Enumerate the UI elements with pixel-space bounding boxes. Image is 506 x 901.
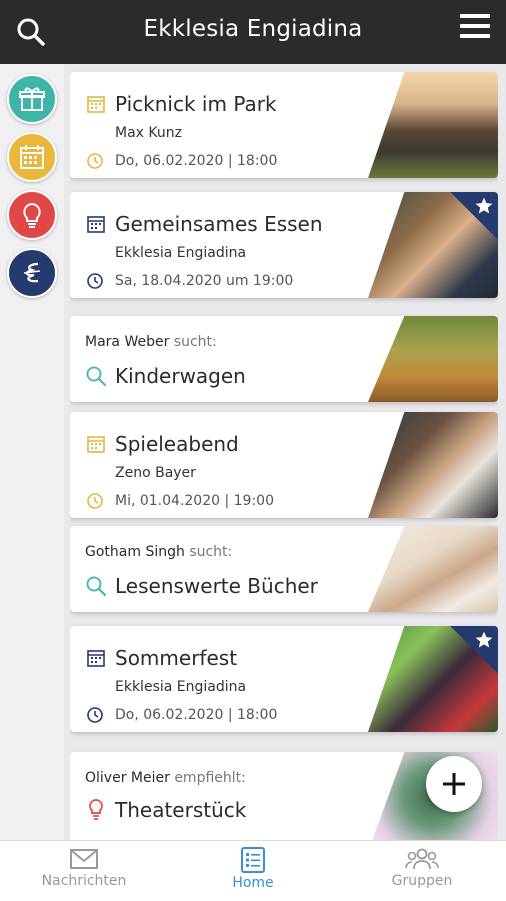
tab-nachrichten[interactable]: Nachrichten (0, 847, 168, 889)
event-card[interactable]: Gemeinsames Essen Ekklesia Engiadina Sa,… (70, 192, 498, 298)
hamburger-menu-icon[interactable] (460, 14, 490, 42)
search-author: Gotham Singh sucht: (85, 544, 233, 560)
recommend-title: Theaterstück (115, 798, 247, 822)
clock-icon (86, 706, 104, 728)
tab-gruppen[interactable]: Gruppen (338, 847, 506, 889)
event-title: Spieleabend (115, 432, 239, 456)
envelope-icon (70, 849, 98, 869)
star-icon (475, 631, 493, 648)
event-organizer: Max Kunz (115, 125, 182, 141)
search-card[interactable]: Mara Weber sucht: Kinderwagen (70, 316, 498, 402)
calendar-icon (86, 94, 106, 118)
clock-icon (86, 492, 104, 514)
featured-star-badge (450, 192, 498, 240)
event-organizer: Ekklesia Engiadina (115, 245, 247, 261)
tab-home[interactable]: Home (169, 847, 337, 891)
search-icon (85, 365, 107, 391)
lightbulb-icon (86, 798, 106, 824)
tab-label: Gruppen (391, 873, 453, 889)
search-author: Mara Weber sucht: (85, 334, 217, 350)
search-card[interactable]: Gotham Singh sucht: Lesenswerte Bücher (70, 526, 498, 612)
search-image (368, 316, 498, 402)
plus-icon (443, 773, 465, 795)
event-card[interactable]: Spieleabend Zeno Bayer Mi, 01.04.2020 | … (70, 412, 498, 518)
event-date: Do, 06.02.2020 | 18:00 (115, 707, 278, 723)
event-image (368, 72, 498, 178)
event-date: Mi, 01.04.2020 | 19:00 (115, 493, 274, 509)
calendar-icon (86, 434, 106, 458)
recommend-author: Oliver Meier empfiehlt: (85, 770, 246, 786)
search-image (368, 526, 498, 612)
event-date: Sa, 18.04.2020 um 19:00 (115, 273, 294, 289)
event-title: Picknick im Park (115, 92, 277, 116)
featured-star-badge (450, 626, 498, 674)
app-header: Ekklesia Engiadina (0, 0, 506, 64)
search-title: Lesenswerte Bücher (115, 574, 318, 598)
group-icon (405, 848, 439, 870)
lightbulb-icon[interactable] (7, 190, 57, 240)
app-title: Ekklesia Engiadina (143, 16, 363, 42)
calendar-icon (86, 214, 106, 238)
event-card[interactable]: Sommerfest Ekklesia Engiadina Do, 06.02.… (70, 626, 498, 732)
event-organizer: Ekklesia Engiadina (115, 679, 247, 695)
calendar-icon (86, 648, 106, 672)
list-icon (241, 847, 265, 873)
calendar-icon[interactable] (7, 132, 57, 182)
clock-icon (86, 272, 104, 294)
tab-label: Nachrichten (41, 873, 127, 889)
event-image (368, 412, 498, 518)
gift-icon[interactable] (7, 74, 57, 124)
tab-label: Home (232, 875, 274, 891)
clock-icon (86, 152, 104, 174)
search-icon (85, 575, 107, 601)
bottom-navigation: Nachrichten Home Gruppen (0, 840, 506, 901)
event-title: Sommerfest (115, 646, 238, 670)
event-card[interactable]: Picknick im Park Max Kunz Do, 06.02.2020… (70, 72, 498, 178)
event-date: Do, 06.02.2020 | 18:00 (115, 153, 278, 169)
add-button[interactable] (426, 756, 482, 812)
star-icon (475, 197, 493, 214)
search-title: Kinderwagen (115, 364, 246, 388)
feed-list: Picknick im Park Max Kunz Do, 06.02.2020… (70, 64, 498, 840)
ekklesia-logo-icon[interactable] (7, 248, 57, 298)
event-title: Gemeinsames Essen (115, 212, 323, 236)
event-organizer: Zeno Bayer (115, 465, 196, 481)
category-sidebar (0, 64, 64, 840)
